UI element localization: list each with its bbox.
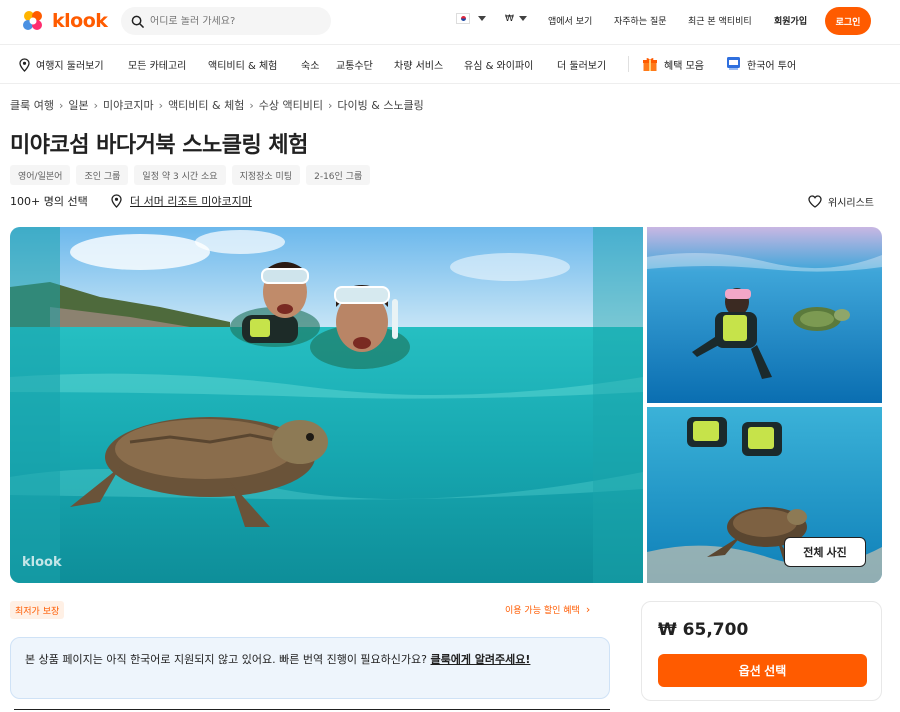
search-input[interactable] (150, 15, 320, 27)
main-photo[interactable]: klook (10, 227, 643, 583)
tag-meeting: 지정장소 미팅 (231, 165, 301, 185)
korea-flag-icon[interactable] (456, 13, 470, 24)
tag-duration: 일정 약 3 시간 소요 (134, 165, 226, 185)
login-button[interactable]: 로그인 (825, 7, 871, 35)
select-option-button[interactable]: 옵션 선택 (658, 654, 867, 687)
chevron-right-icon: › (585, 603, 591, 616)
breadcrumb-item[interactable]: 클룩 여행 (10, 97, 54, 113)
search-icon (131, 15, 144, 28)
tag-group-size: 2-16인 그룹 (306, 165, 371, 185)
currency-selector[interactable]: ₩ (505, 14, 514, 24)
location-link[interactable]: 더 서머 리조트 미야코지마 (111, 193, 252, 209)
nav-divider (628, 56, 629, 72)
best-price-badge[interactable]: 최저가 보장 (10, 601, 65, 619)
nav-item-promotions[interactable]: 혜택 모음 (664, 57, 704, 72)
nav-item-more[interactable]: 더 둘러보기 (557, 57, 606, 72)
nav-item-sim-wifi[interactable]: 유심 & 와이파이 (464, 57, 533, 72)
notify-klook-link[interactable]: 클룩에게 알려주세요! (431, 653, 531, 666)
booked-count: 100+ 명의 선택 (10, 195, 88, 208)
chevron-right-icon: › (93, 98, 99, 112)
discount-label[interactable]: 이용 가능 할인 혜택 (505, 603, 580, 616)
top-header: klook ₩ 앱에서 보기 자주하는 질문 최근 본 액티비티 회원가입 로그… (0, 0, 900, 44)
section-divider (14, 709, 610, 710)
translation-notice: 본 상품 페이지는 아직 한국어로 지원되지 않고 있어요. 빠른 번역 진행이… (10, 637, 610, 699)
chevron-right-icon: › (158, 98, 164, 112)
side-photo-1[interactable] (647, 227, 882, 403)
chevron-right-icon: › (327, 98, 333, 112)
gift-icon (643, 58, 657, 71)
breadcrumb-item[interactable]: 다이빙 & 스노클링 (337, 97, 423, 113)
heart-icon (808, 195, 822, 208)
nav-item-car-service[interactable]: 차량 서비스 (394, 57, 443, 72)
wishlist-button[interactable]: 위시리스트 (808, 194, 874, 209)
booking-card: ₩ 65,700 옵션 선택 (641, 601, 882, 701)
klook-logo-icon (23, 11, 42, 30)
breadcrumb-item[interactable]: 액티비티 & 체험 (168, 97, 244, 113)
category-nav: 여행지 둘러보기 모든 카테고리 액티비티 & 체험 숙소 교통수단 차량 서비… (0, 44, 900, 84)
recent-viewed-link[interactable]: 최근 본 액티비티 (688, 14, 752, 27)
breadcrumb-item[interactable]: 수상 액티비티 (259, 97, 323, 113)
chevron-right-icon: › (58, 98, 64, 112)
chevron-right-icon: › (249, 98, 254, 112)
location-text[interactable]: 더 서머 리조트 미야코지마 (130, 193, 252, 209)
breadcrumb: 클룩 여행 › 일본 › 미야코지마 › 액티비티 & 체험 › 수상 액티비티… (10, 97, 424, 113)
breadcrumb-item[interactable]: 일본 (68, 97, 88, 113)
nav-item-activities[interactable]: 액티비티 & 체험 (208, 57, 277, 72)
app-link[interactable]: 앱에서 보기 (548, 14, 592, 27)
price: ₩ 65,700 (658, 620, 749, 640)
wishlist-label[interactable]: 위시리스트 (828, 194, 874, 209)
nav-item-transport[interactable]: 교통수단 (336, 57, 373, 72)
korean-tour-icon (727, 57, 740, 70)
faq-link[interactable]: 자주하는 질문 (614, 14, 667, 27)
notice-text: 본 상품 페이지는 아직 한국어로 지원되지 않고 있어요. 빠른 번역 진행이… (25, 653, 431, 666)
search-box[interactable] (121, 7, 331, 35)
nav-item-hotels[interactable]: 숙소 (301, 57, 319, 72)
location-pin-icon (19, 58, 30, 72)
tag-group-type: 조인 그룹 (76, 165, 129, 185)
signup-link[interactable]: 회원가입 (774, 14, 807, 27)
chevron-down-icon[interactable] (478, 16, 486, 21)
product-tags: 영어/일본어 조인 그룹 일정 약 3 시간 소요 지정장소 미팅 2-16인 … (10, 165, 371, 185)
nav-item-categories[interactable]: 모든 카테고리 (128, 57, 186, 72)
nav-item-destinations[interactable]: 여행지 둘러보기 (36, 57, 104, 72)
page-title: 미야코섬 바다거북 스노클링 체험 (10, 133, 308, 158)
view-all-photos-button[interactable]: 전체 사진 (784, 537, 866, 567)
klook-logo[interactable]: klook (20, 8, 108, 34)
tag-language: 영어/일본어 (10, 165, 71, 185)
photo-watermark: klook (22, 555, 62, 570)
logo-text: klook (52, 10, 108, 32)
nav-item-korean-tour[interactable]: 한국어 투어 (747, 57, 796, 72)
location-pin-icon (111, 194, 122, 208)
breadcrumb-item[interactable]: 미야코지마 (103, 97, 154, 113)
discount-link[interactable]: 이용 가능 할인 혜택 › (505, 603, 590, 616)
chevron-down-icon[interactable] (519, 16, 527, 21)
